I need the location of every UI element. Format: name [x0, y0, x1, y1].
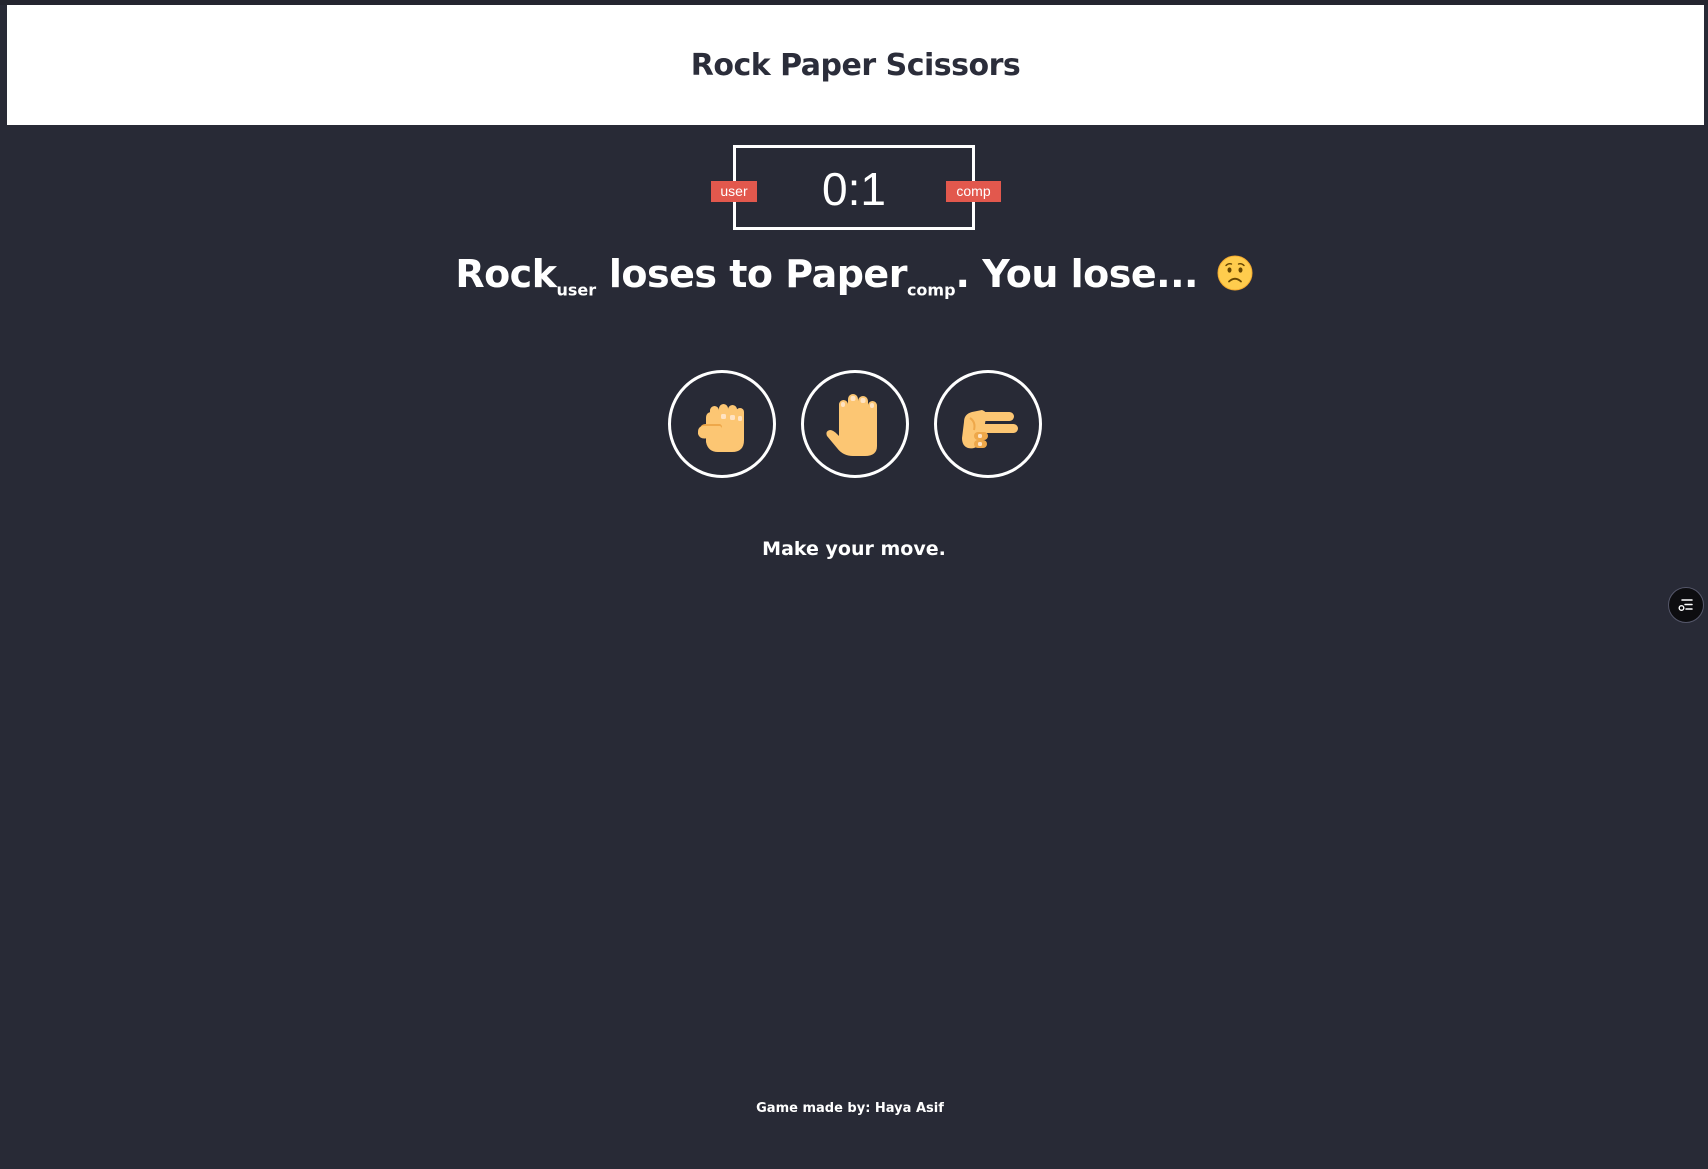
score-display: 0:1: [822, 163, 886, 215]
result-user-choice: Rock: [455, 252, 557, 296]
floating-menu-button[interactable]: [1668, 587, 1704, 623]
move-prompt: Make your move.: [762, 538, 946, 560]
scissors-button[interactable]: [934, 370, 1042, 478]
result-comp-tag: comp: [906, 280, 956, 300]
choice-buttons: [0, 370, 1708, 478]
result-outcome: . You lose...: [955, 252, 1211, 296]
rock-button[interactable]: [668, 370, 776, 478]
raised-hand-icon: [826, 394, 877, 456]
result-verb: loses to: [596, 252, 786, 296]
comp-badge: comp: [946, 181, 1001, 202]
result-message: Rockuser loses to Papercomp. You lose...: [0, 252, 1708, 300]
page-header: Rock Paper Scissors: [7, 5, 1704, 125]
game-page: Rock Paper Scissors user 0:1 comp Rockus…: [0, 0, 1708, 1169]
raised-fist-icon: [698, 404, 744, 452]
scoreboard: user 0:1 comp: [711, 145, 1001, 230]
worried-face-icon: [1217, 255, 1253, 291]
footer-credit: Game made by: Haya Asif: [756, 1101, 944, 1116]
page-title: Rock Paper Scissors: [690, 47, 1021, 83]
pointing-hand-icon: [962, 410, 1018, 449]
result-comp-choice: Paper: [785, 252, 907, 296]
result-user-tag: user: [556, 280, 597, 300]
menu-list-icon: [1678, 599, 1693, 611]
paper-button[interactable]: [801, 370, 909, 478]
